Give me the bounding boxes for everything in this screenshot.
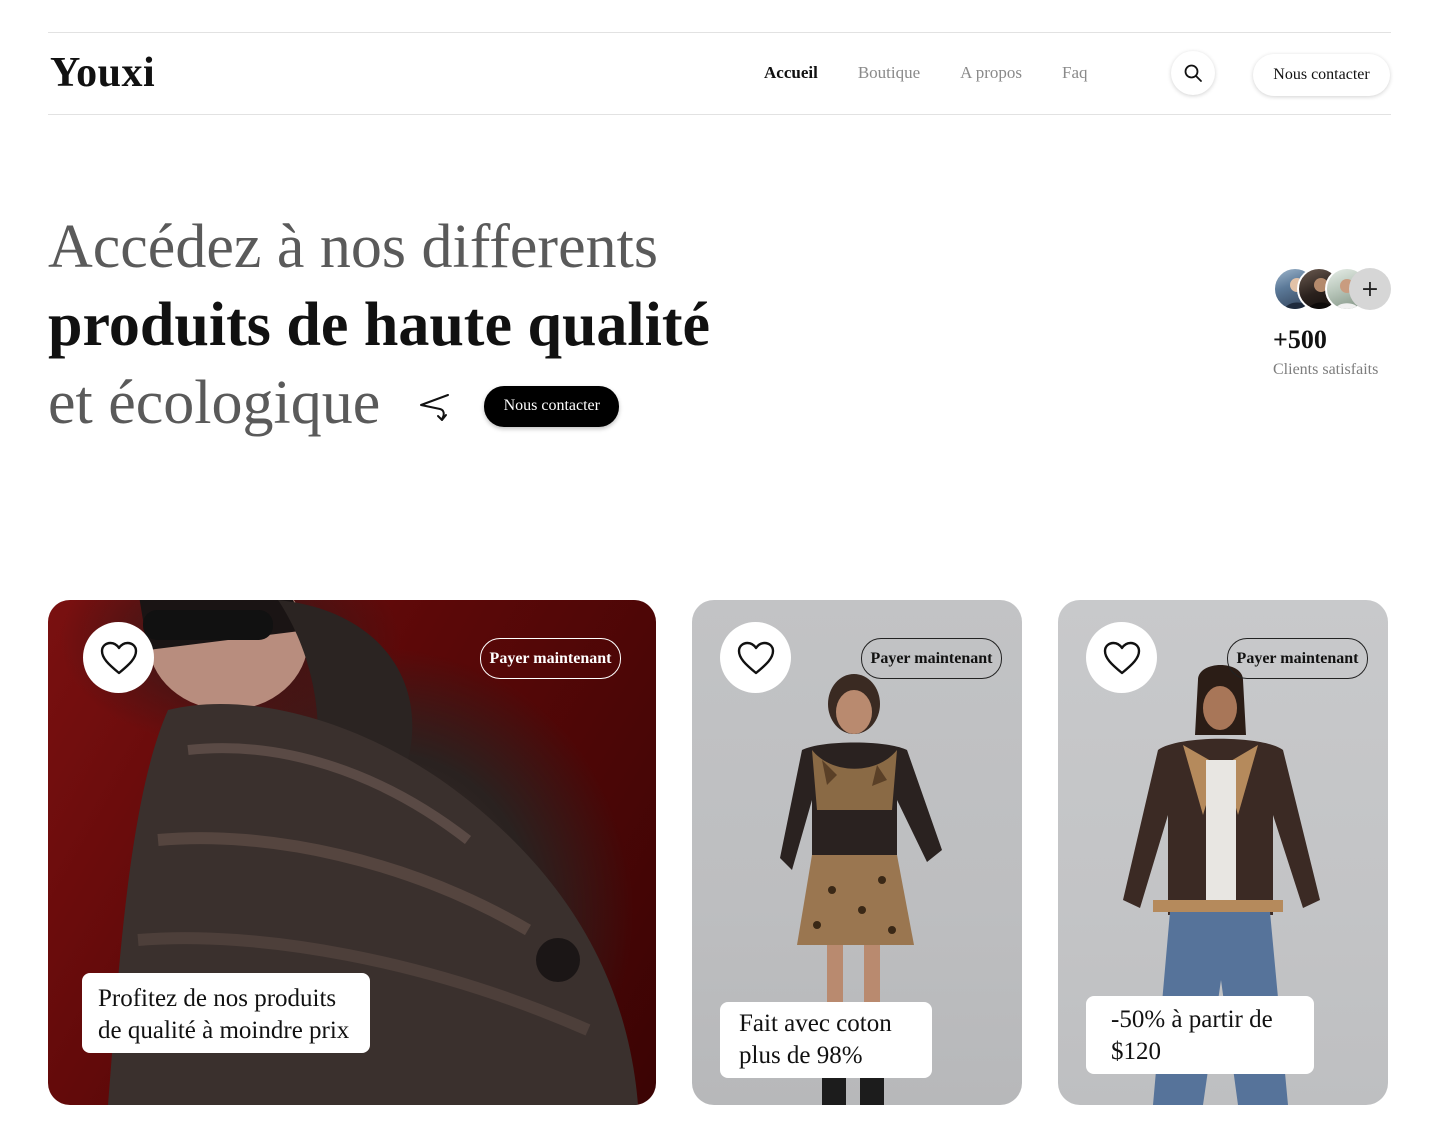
product-card[interactable]: Payer maintenant Fait avec coton plus de… — [692, 600, 1022, 1105]
main-nav: Accueil Boutique A propos Faq — [764, 63, 1128, 83]
clients-label: Clients satisfaits — [1273, 361, 1379, 378]
site-header: Youxi Accueil Boutique A propos Faq Nous… — [48, 32, 1391, 115]
hero-title-line-1: Accédez à nos differents — [48, 213, 658, 281]
logo[interactable]: Youxi — [50, 49, 155, 97]
hero-title-line-3: et écologique — [48, 369, 381, 437]
pay-now-button[interactable]: Payer maintenant — [480, 638, 621, 679]
hero-title-line-3-row: et écologique Nous contacter — [48, 364, 710, 442]
card-caption: Fait avec coton plus de 98% — [720, 1002, 932, 1078]
curved-arrow-icon — [420, 394, 450, 421]
contact-button-hero[interactable]: Nous contacter — [484, 385, 620, 427]
clients-summary: + +500 Clients satisfaits — [1273, 267, 1403, 379]
nav-boutique[interactable]: Boutique — [858, 63, 920, 83]
hero-section: Accédez à nos differents produits de hau… — [48, 208, 710, 442]
contact-button-header[interactable]: Nous contacter — [1253, 54, 1390, 96]
heart-icon — [1103, 641, 1140, 674]
pay-now-button[interactable]: Payer maintenant — [1227, 638, 1368, 679]
product-card[interactable]: Payer maintenant Profitez de nos produit… — [48, 600, 656, 1105]
pay-now-button[interactable]: Payer maintenant — [861, 638, 1002, 679]
nav-accueil[interactable]: Accueil — [764, 63, 818, 83]
more-clients-button[interactable]: + — [1349, 268, 1391, 310]
nav-faq[interactable]: Faq — [1062, 63, 1088, 83]
avatar-group: + — [1273, 267, 1403, 311]
heart-icon — [737, 641, 774, 674]
card-caption: Profitez de nos produits de qualité à mo… — [82, 973, 370, 1053]
hero-title-line-2: produits de haute qualité — [48, 291, 711, 359]
search-icon — [1184, 64, 1202, 82]
search-button[interactable] — [1171, 51, 1215, 95]
product-card[interactable]: Payer maintenant -50% à partir de $120 — [1058, 600, 1388, 1105]
favorite-button[interactable] — [83, 622, 154, 693]
clients-count: +500 — [1273, 325, 1327, 354]
nav-a-propos[interactable]: A propos — [960, 63, 1022, 83]
heart-icon — [100, 641, 137, 674]
favorite-button[interactable] — [1086, 622, 1157, 693]
card-caption: -50% à partir de $120 — [1086, 996, 1314, 1074]
favorite-button[interactable] — [720, 622, 791, 693]
